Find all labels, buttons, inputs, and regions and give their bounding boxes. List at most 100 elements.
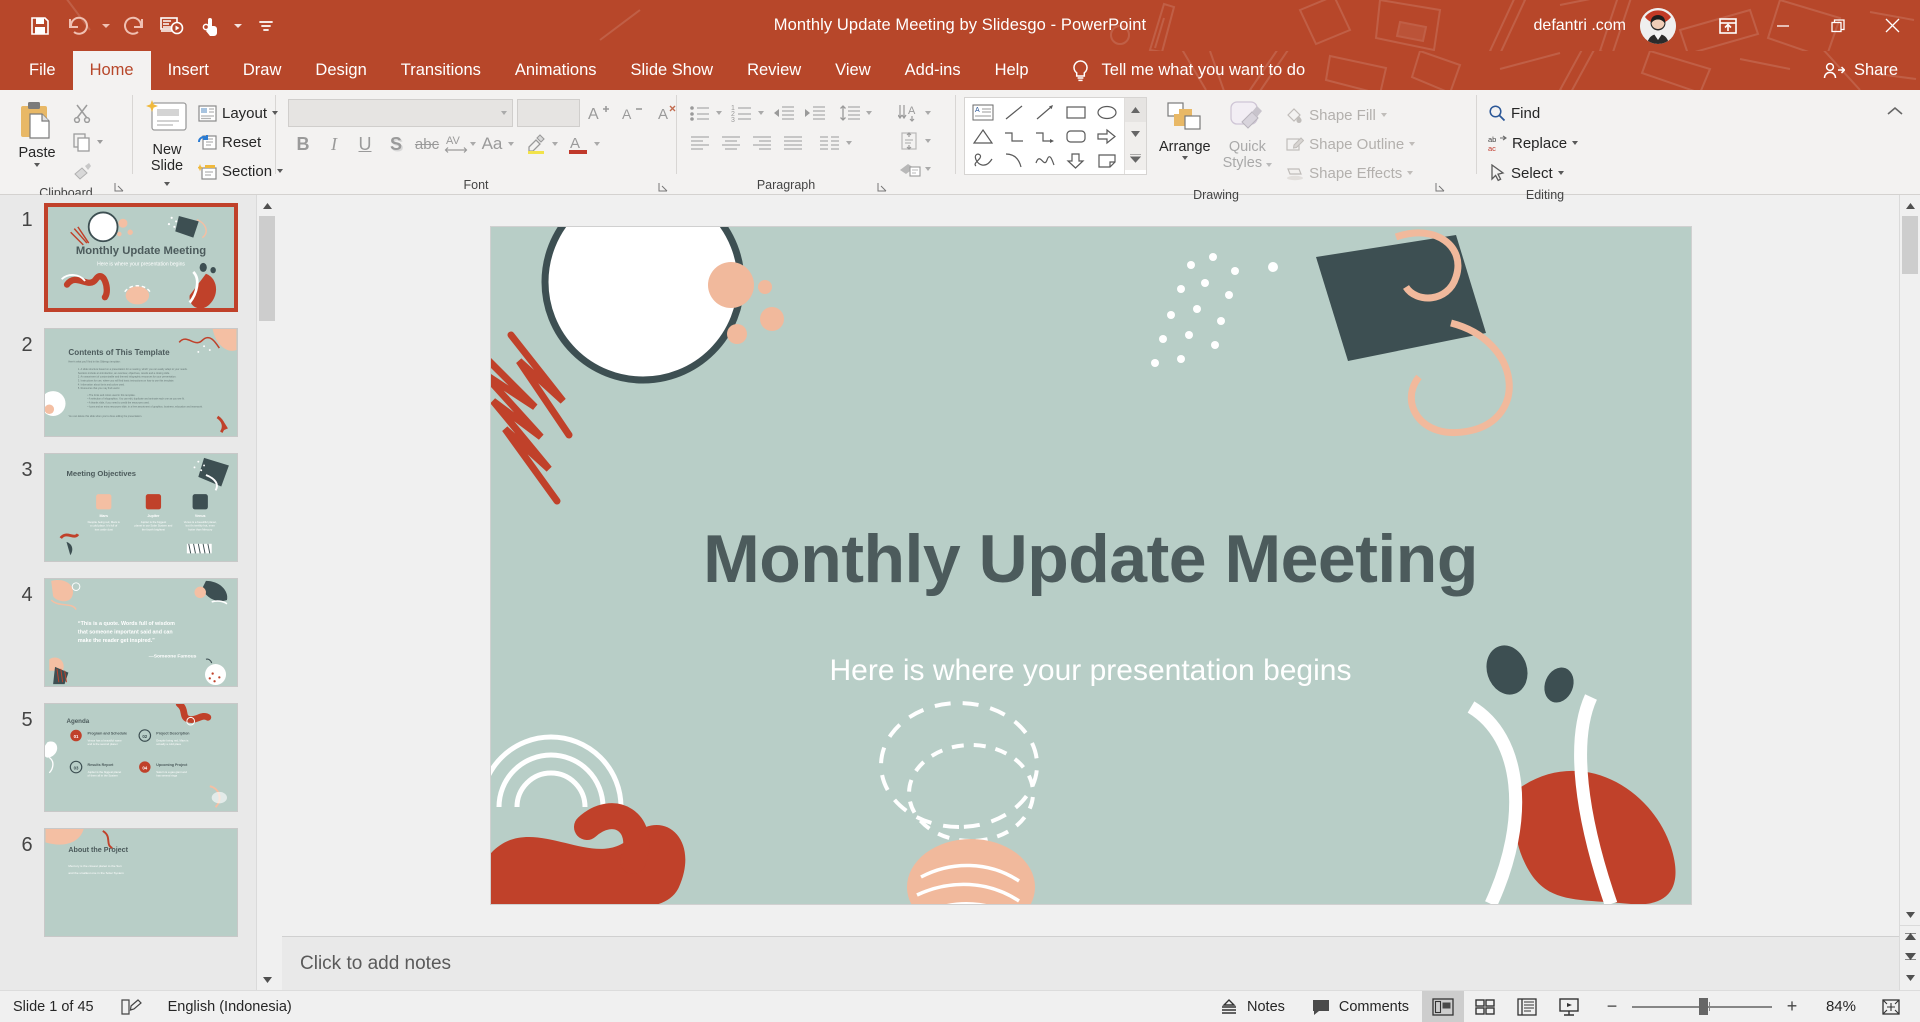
tab-slide-show[interactable]: Slide Show	[614, 51, 731, 90]
slide-thumbnail-3[interactable]: Meeting Objectives Mars Jupiter Venus De…	[44, 453, 238, 562]
shape-effects-dropdown-icon[interactable]	[1407, 171, 1414, 175]
slide-thumbnail-4[interactable]: “This is a quote. Words full of wisdom t…	[44, 578, 238, 687]
normal-view-button[interactable]	[1422, 990, 1464, 1022]
strikethrough-button[interactable]: abc	[412, 130, 442, 158]
slide-sorter-view-button[interactable]	[1464, 991, 1506, 1022]
slide-scroll-down[interactable]	[1900, 904, 1920, 925]
find-button[interactable]: Find	[1483, 99, 1607, 127]
slide-thumbnail-5[interactable]: Agenda 01 02 03 04 Program and Schedule …	[44, 703, 238, 812]
next-slide-button[interactable]	[1900, 946, 1920, 967]
fit-to-window-button[interactable]	[1870, 991, 1912, 1022]
redo-icon[interactable]	[116, 8, 152, 44]
text-highlight-color-button[interactable]	[521, 130, 551, 158]
shapes-more-button[interactable]	[1125, 146, 1146, 170]
zoom-in-button[interactable]: +	[1784, 996, 1800, 1017]
columns-dropdown-icon[interactable]	[846, 141, 852, 145]
new-slide-button[interactable]: New Slide	[141, 95, 193, 193]
shape-oval[interactable]	[1091, 100, 1122, 124]
zoom-slider[interactable]: − + 84%	[1590, 996, 1870, 1017]
align-left-button[interactable]	[685, 129, 715, 157]
shape-arrow-right[interactable]	[1091, 124, 1122, 148]
replace-button[interactable]: ab ac Replace	[1483, 129, 1607, 157]
numbering-dropdown-icon[interactable]	[758, 111, 764, 115]
align-text-button[interactable]	[895, 127, 925, 155]
new-slide-dropdown-icon[interactable]	[164, 182, 170, 186]
shape-fill-dropdown-icon[interactable]	[1380, 113, 1387, 117]
tab-help[interactable]: Help	[978, 51, 1046, 90]
slide-scroll-up[interactable]	[1900, 195, 1920, 216]
text-direction-dropdown-icon[interactable]	[925, 111, 931, 115]
notes-button[interactable]: Notes	[1206, 991, 1298, 1022]
zoom-out-button[interactable]: −	[1604, 996, 1620, 1017]
tell-me-search[interactable]: Tell me what you want to do	[1070, 51, 1305, 90]
spell-check-icon[interactable]	[107, 991, 155, 1022]
character-spacing-button[interactable]: AV	[443, 130, 469, 158]
customize-qat-icon[interactable]	[248, 8, 284, 44]
bold-button[interactable]: B	[288, 130, 318, 158]
tab-transitions[interactable]: Transitions	[384, 51, 498, 90]
zoom-handle[interactable]	[1699, 998, 1709, 1015]
shape-arrow-down[interactable]	[1060, 148, 1091, 172]
align-center-button[interactable]	[716, 129, 746, 157]
restore-button[interactable]	[1810, 0, 1865, 51]
text-shadow-button[interactable]: S	[381, 130, 411, 158]
arrange-button[interactable]: Arrange	[1153, 97, 1217, 163]
font-size-combo[interactable]	[517, 99, 580, 127]
share-button[interactable]: Share	[1801, 51, 1920, 90]
numbering-button[interactable]: 123	[727, 99, 757, 127]
slide-thumbnail-2[interactable]: Contents of This Template Here's what yo…	[44, 328, 238, 437]
slide-title[interactable]: Monthly Update Meeting	[491, 520, 1691, 598]
section-button[interactable]: Section	[193, 157, 288, 185]
zoom-value[interactable]: 84%	[1812, 998, 1856, 1015]
shapes-scroll-up[interactable]	[1125, 98, 1146, 122]
cut-button[interactable]	[67, 99, 97, 127]
shape-line-arrow[interactable]	[1029, 100, 1060, 124]
slide-canvas[interactable]: Monthly Update Meeting Here is where you…	[282, 195, 1899, 936]
slide-scroll-thumb[interactable]	[1902, 216, 1918, 274]
thumbnail-scrollbar[interactable]	[256, 195, 277, 990]
slide-thumbnail-1[interactable]: Monthly Update Meeting Here is where you…	[44, 203, 238, 312]
reset-button[interactable]: Reset	[193, 128, 288, 156]
close-button[interactable]	[1865, 0, 1920, 51]
change-case-button[interactable]: Aa	[477, 130, 507, 158]
shape-textbox[interactable]: A	[967, 100, 998, 124]
quick-styles-dropdown-icon[interactable]	[1266, 163, 1273, 167]
font-name-combo[interactable]	[288, 99, 513, 127]
shape-connector-elbow-arrow[interactable]	[1029, 124, 1060, 148]
text-direction-button[interactable]: A	[895, 99, 925, 127]
increase-font-size-button[interactable]: A	[584, 99, 614, 127]
shape-outline-dropdown-icon[interactable]	[1409, 142, 1416, 146]
columns-button[interactable]	[815, 129, 845, 157]
paste-dropdown-icon[interactable]	[34, 163, 40, 167]
tab-review[interactable]: Review	[730, 51, 818, 90]
arrange-dropdown-icon[interactable]	[1181, 156, 1188, 160]
shape-fill-button[interactable]: Shape Fill	[1280, 101, 1420, 129]
font-name-dropdown-icon[interactable]	[501, 111, 507, 115]
paste-button[interactable]: Paste	[10, 95, 64, 170]
drawing-dialog-launcher[interactable]	[1434, 181, 1446, 193]
account-name[interactable]: defantri .com	[1534, 17, 1626, 35]
shape-triangle[interactable]	[967, 124, 998, 148]
convert-to-smartart-button[interactable]	[895, 155, 925, 183]
notes-placeholder[interactable]: Click to add notes	[300, 953, 451, 975]
ribbon-display-options-button[interactable]	[1700, 0, 1755, 51]
slide-counter[interactable]: Slide 1 of 45	[0, 991, 107, 1022]
shapes-scroll-down[interactable]	[1125, 122, 1146, 146]
tab-insert[interactable]: Insert	[151, 51, 226, 90]
slide-thumbnail-6[interactable]: About the Project Mercury is the closest…	[44, 828, 238, 937]
start-from-beginning-icon[interactable]	[154, 8, 190, 44]
line-spacing-button[interactable]	[835, 99, 865, 127]
slide-show-view-button[interactable]	[1548, 991, 1590, 1022]
bullets-button[interactable]	[685, 99, 715, 127]
comments-button[interactable]: Comments	[1298, 991, 1422, 1022]
clipboard-dialog-launcher[interactable]	[113, 181, 125, 193]
change-case-dropdown-icon[interactable]	[508, 142, 514, 146]
select-dropdown-icon[interactable]	[1557, 171, 1564, 175]
shape-curve[interactable]	[998, 148, 1029, 172]
zoom-track[interactable]	[1632, 998, 1772, 1015]
underline-button[interactable]: U	[350, 130, 380, 158]
slide-scroll-track[interactable]	[1900, 216, 1920, 904]
layout-button[interactable]: Layout	[193, 99, 288, 127]
align-text-dropdown-icon[interactable]	[925, 139, 931, 143]
save-icon[interactable]	[22, 8, 58, 44]
